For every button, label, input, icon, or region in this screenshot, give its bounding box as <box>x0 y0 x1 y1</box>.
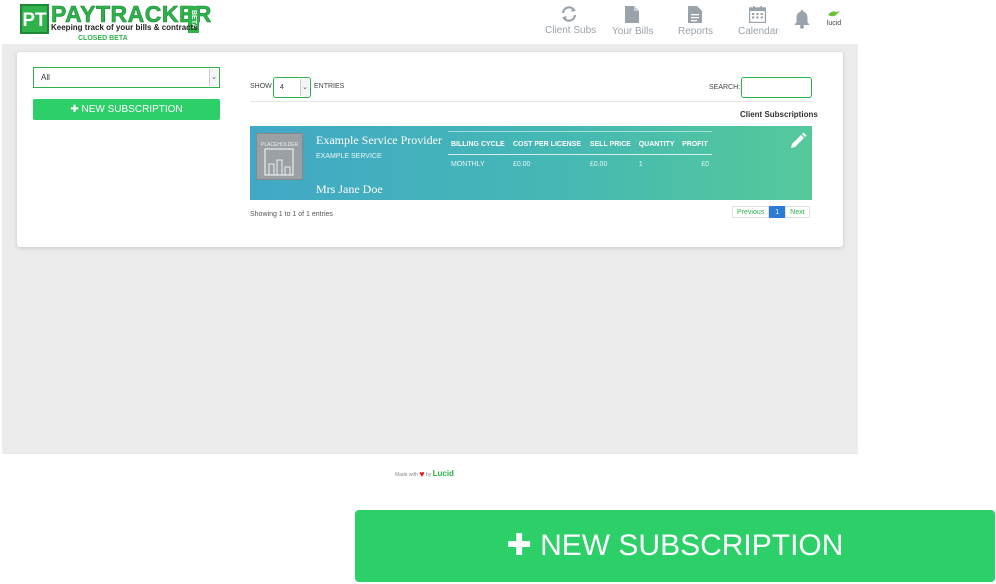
show-label: SHOW <box>250 83 272 90</box>
chevron-down-icon: ⌄ <box>300 79 309 96</box>
refresh-icon <box>561 6 577 22</box>
app-header: PT PAYTRACKER BETA Keeping track of your… <box>0 0 858 44</box>
table-title: Client Subscriptions <box>740 110 818 119</box>
footer-credit: Made with ♥ by Lucid <box>395 469 454 479</box>
lucid-account-label: lucid <box>826 20 842 27</box>
building-icon <box>264 148 294 176</box>
report-icon <box>688 6 702 23</box>
new-subscription-button-large[interactable]: ✚ NEW SUBSCRIPTION <box>355 510 995 582</box>
pagination-info: Showing 1 to 1 of 1 entries <box>250 211 333 218</box>
nav-your-bills[interactable]: Your Bills <box>612 6 654 37</box>
plus-icon: ✚ <box>506 529 532 562</box>
provider-name: Example Service Provider <box>316 133 442 147</box>
header-billing-cycle: BILLING CYCLE <box>448 131 510 155</box>
value-quantity: 1 <box>638 161 643 168</box>
bell-icon[interactable] <box>794 10 810 29</box>
header-cost-per-license: COST PER LICENSE <box>509 131 587 155</box>
entries-per-page-value: 4 <box>280 84 284 91</box>
search-label: SEARCH: <box>709 84 741 91</box>
service-name: EXAMPLE SERVICE <box>316 153 382 160</box>
client-filter-select[interactable]: All ⌄ <box>33 67 220 88</box>
value-billing-cycle: MONTHLY <box>451 161 485 168</box>
calendar-icon <box>748 6 766 23</box>
header-profit: PROFIT <box>679 131 712 155</box>
footer-by: by <box>425 472 432 478</box>
closed-beta-label: CLOSED BETA <box>78 35 128 42</box>
nav-reports-label: Reports <box>678 26 714 37</box>
nav-your-bills-label: Your Bills <box>612 26 654 37</box>
footer-made-with: Made with <box>395 472 418 478</box>
lucid-account[interactable]: lucid <box>824 10 844 27</box>
footer-lucid-link[interactable]: Lucid <box>433 469 454 478</box>
pagination: Previous 1 Next <box>732 206 810 218</box>
divider <box>250 101 812 102</box>
logo-pt-badge: PT <box>20 4 49 34</box>
customer-name: Mrs Jane Doe <box>316 182 383 196</box>
lucid-bird-icon <box>828 11 840 17</box>
new-subscription-button[interactable]: ✚ NEW SUBSCRIPTION <box>33 99 220 120</box>
pencil-icon[interactable] <box>790 132 807 149</box>
logo-tagline: Keeping track of your bills & contracts <box>51 23 198 32</box>
document-icon <box>625 6 639 23</box>
nav-calendar[interactable]: Calendar <box>738 6 779 37</box>
plus-icon: ✚ <box>70 104 79 115</box>
value-sell-price: £0.00 <box>589 161 608 168</box>
search-input[interactable] <box>741 77 812 98</box>
pagination-next[interactable]: Next <box>785 206 810 218</box>
chevron-down-icon: ⌄ <box>209 69 218 86</box>
value-cost-per-license: £0.00 <box>512 161 531 168</box>
new-subscription-large-label: NEW SUBSCRIPTION <box>540 529 844 562</box>
nav-client-subs-label: Client Subs <box>545 25 597 36</box>
entries-per-page-select[interactable]: 4 ⌄ <box>273 77 311 98</box>
client-filter-value: All <box>41 73 50 82</box>
subscription-details-table: BILLING CYCLE COST PER LICENSE SELL PRIC… <box>448 131 712 174</box>
heart-icon: ♥ <box>419 469 425 479</box>
header-sell-price: SELL PRICE <box>586 131 636 155</box>
entries-label: ENTRIES <box>314 83 345 90</box>
nav-calendar-label: Calendar <box>738 26 779 37</box>
nav-reports[interactable]: Reports <box>678 6 714 37</box>
pagination-previous[interactable]: Previous <box>732 206 770 218</box>
pagination-page-1[interactable]: 1 <box>769 206 786 218</box>
value-profit: £0 <box>701 161 709 168</box>
provider-logo-placeholder: PLACEHOLDER <box>256 133 303 180</box>
subscription-row[interactable]: PLACEHOLDER Example Service Provider EXA… <box>250 126 812 200</box>
new-subscription-label: NEW SUBSCRIPTION <box>81 104 183 115</box>
nav-client-subs[interactable]: Client Subs <box>545 6 597 36</box>
header-quantity: QUANTITY <box>635 131 680 155</box>
